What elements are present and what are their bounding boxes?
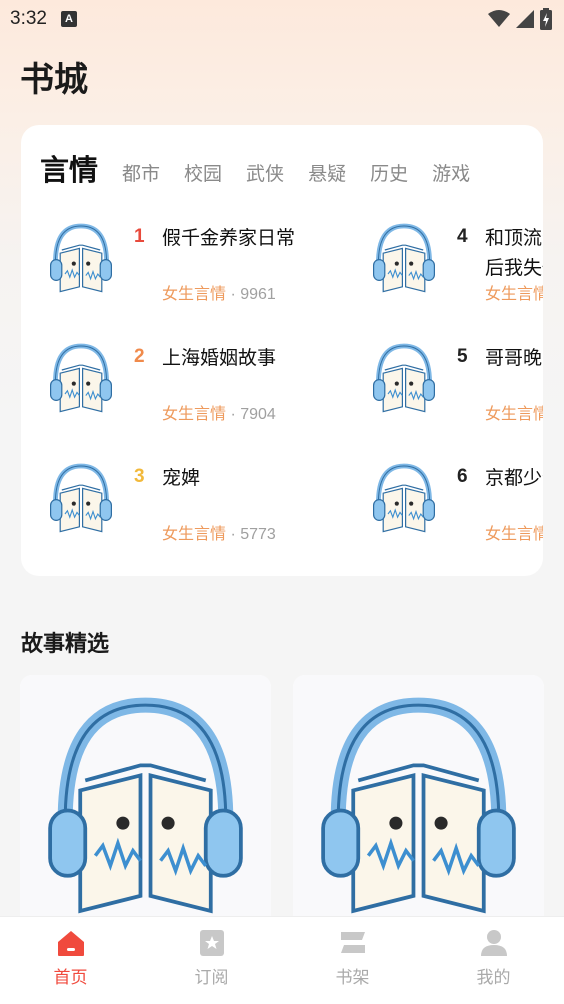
wifi-icon xyxy=(488,10,510,27)
book-meta: 女生言情 · 5773 xyxy=(162,524,276,543)
notification-a-icon: A xyxy=(60,11,77,27)
tab-wuxia[interactable]: 武侠 xyxy=(246,159,284,186)
status-time: 3:32 xyxy=(10,8,47,29)
book-title: 宠婢 xyxy=(162,467,201,489)
subscribe-icon xyxy=(199,930,224,956)
tab-campus[interactable]: 校园 xyxy=(184,159,222,186)
rank-item[interactable]: 6 京都少爷 女生言情 xyxy=(364,458,543,558)
rank-item[interactable]: 3 宠婢 女生言情 · 5773 xyxy=(41,458,361,558)
tab-history[interactable]: 历史 xyxy=(370,159,408,186)
section-title-featured-stories: 故事精选 xyxy=(21,632,110,657)
book-title: 哥哥晚安 xyxy=(485,347,543,369)
tab-games[interactable]: 游戏 xyxy=(432,159,470,186)
story-card[interactable] xyxy=(293,675,544,935)
book-meta: 女生言情 xyxy=(485,280,543,304)
listen-count: 7904 xyxy=(240,406,276,423)
rank-item[interactable]: 4 和顶流分手后我失忆了 女生言情 xyxy=(364,218,543,318)
tab-label: 订阅 xyxy=(194,968,229,988)
book-cover-icon xyxy=(41,458,121,538)
book-category: 女生言情 xyxy=(485,404,543,423)
rank-item[interactable]: 1 假千金养家日常 女生言情 · 9961 xyxy=(41,218,361,318)
tab-home[interactable]: 首页 xyxy=(0,917,141,1004)
rank-item[interactable]: 2 上海婚姻故事 女生言情 · 7904 xyxy=(41,338,361,438)
book-cover-icon xyxy=(364,338,444,418)
listen-count: 9961 xyxy=(240,286,276,303)
tab-profile[interactable]: 我的 xyxy=(423,917,564,1004)
tab-label: 书架 xyxy=(335,968,370,988)
book-meta: 女生言情 xyxy=(485,520,543,544)
book-title: 京都少爷 xyxy=(485,467,543,489)
rank-number: 5 xyxy=(457,346,468,367)
book-cover-icon xyxy=(364,218,444,298)
book-category: 女生言情 xyxy=(485,284,543,303)
status-bar: 3:32 A xyxy=(0,0,564,38)
book-meta: 女生言情 · 7904 xyxy=(162,404,276,423)
book-title: 和顶流分手后我失忆了 xyxy=(485,227,543,279)
tab-mystery[interactable]: 悬疑 xyxy=(308,159,346,186)
book-cover-icon xyxy=(41,338,121,418)
tab-subscribe[interactable]: 订阅 xyxy=(141,917,282,1004)
bookshelf-icon xyxy=(340,932,365,953)
tab-romance[interactable]: 言情 xyxy=(40,147,98,189)
book-title: 假千金养家日常 xyxy=(162,227,296,249)
book-category: 女生言情 xyxy=(485,524,543,543)
book-cover-icon xyxy=(41,218,121,298)
book-category: 女生言情 xyxy=(162,284,227,303)
tab-bookshelf[interactable]: 书架 xyxy=(282,917,423,1004)
category-tabs: 言情 都市 校园 武侠 悬疑 历史 游戏 xyxy=(40,147,494,189)
signal-icon xyxy=(516,10,534,28)
book-category: 女生言情 xyxy=(162,404,227,423)
ranking-card: 言情 都市 校园 武侠 悬疑 历史 游戏 1 假千金养家日常 女生言情 · 99… xyxy=(21,125,543,576)
book-title: 上海婚姻故事 xyxy=(162,347,277,369)
rank-item[interactable]: 5 哥哥晚安 女生言情 xyxy=(364,338,543,438)
rank-number: 6 xyxy=(457,466,468,487)
tab-label: 首页 xyxy=(53,968,88,988)
rank-number: 1 xyxy=(134,226,145,247)
book-meta: 女生言情 xyxy=(485,400,543,424)
tab-label: 我的 xyxy=(476,968,511,988)
battery-icon xyxy=(540,8,552,30)
bottom-tab-bar: 首页 订阅 书架 我的 xyxy=(0,916,564,1004)
book-category: 女生言情 xyxy=(162,524,227,543)
story-cover-icon xyxy=(293,675,544,935)
book-cover-icon xyxy=(364,458,444,538)
story-card[interactable] xyxy=(20,675,271,935)
rank-number: 2 xyxy=(134,346,145,367)
book-meta: 女生言情 · 9961 xyxy=(162,284,276,303)
rank-number: 4 xyxy=(457,226,468,247)
listen-count: 5773 xyxy=(240,526,276,543)
profile-icon xyxy=(480,930,507,956)
home-icon xyxy=(57,931,84,956)
tab-urban[interactable]: 都市 xyxy=(122,159,160,186)
rank-number: 3 xyxy=(134,466,145,487)
story-cover-icon xyxy=(20,675,271,935)
page-title: 书城 xyxy=(20,60,88,100)
